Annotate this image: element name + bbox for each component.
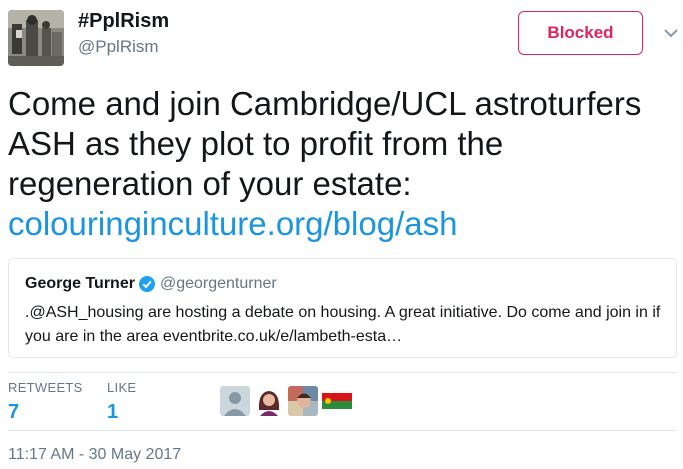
likes-stat[interactable]: LIKE 1 <box>107 380 136 424</box>
likes-label: LIKE <box>107 380 137 395</box>
author-display-name[interactable]: #PplRism <box>78 10 169 33</box>
author-handle[interactable]: @PplRism <box>78 37 159 57</box>
liker-avatar[interactable] <box>220 386 250 416</box>
quoted-author-name: George Turner <box>25 275 135 292</box>
chevron-down-icon[interactable] <box>664 28 678 38</box>
liker-avatar[interactable] <box>254 386 284 416</box>
default-avatar-icon <box>220 386 250 416</box>
divider <box>8 430 677 431</box>
retweets-stat[interactable]: RETWEETS 7 <box>8 380 83 424</box>
blocked-button[interactable]: Blocked <box>518 11 643 55</box>
tweet-timestamp[interactable]: 11:17 AM - 30 May 2017 <box>8 446 181 464</box>
collage-avatar-icon <box>288 386 318 416</box>
quoted-author-handle: @georgenturner <box>159 275 277 292</box>
author-avatar[interactable] <box>8 10 64 66</box>
woman-avatar-icon <box>254 386 284 416</box>
verified-badge-icon <box>138 276 155 292</box>
quoted-tweet[interactable]: George Turner @georgenturner .@ASH_housi… <box>8 258 677 358</box>
profile-photo-icon <box>8 10 64 66</box>
tweet-link[interactable]: colouringinculture.org/blog/ash <box>8 204 668 244</box>
likers-list <box>220 386 352 416</box>
liker-avatar[interactable] <box>322 386 352 416</box>
quoted-tweet-header: George Turner @georgenturner <box>25 275 662 293</box>
quoted-tweet-text: .@ASH_housing are hosting a debate on ho… <box>25 304 661 345</box>
likes-count: 1 <box>107 401 119 423</box>
flag-avatar-icon <box>322 386 352 416</box>
retweets-count: 7 <box>8 401 20 423</box>
divider <box>8 372 677 373</box>
liker-avatar[interactable] <box>288 386 318 416</box>
tweet-text: Come and join Cambridge/UCL astroturfers… <box>8 84 668 244</box>
tweet-body: Come and join Cambridge/UCL astroturfers… <box>8 85 642 202</box>
retweets-label: RETWEETS <box>8 380 83 395</box>
